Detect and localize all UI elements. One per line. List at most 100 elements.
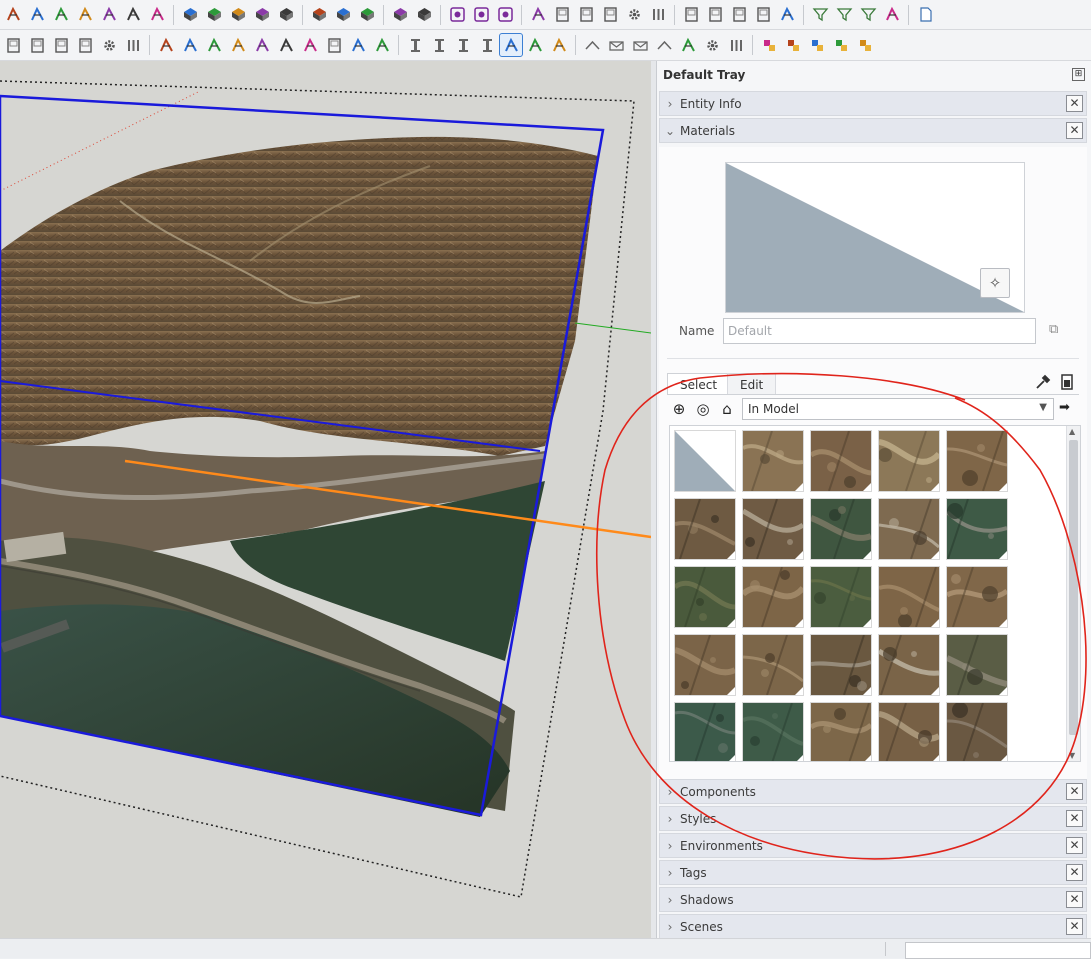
panel2-icon[interactable] [704, 4, 726, 26]
close-icon[interactable]: ✕ [1066, 918, 1083, 935]
tab-edit[interactable]: Edit [727, 373, 777, 395]
move-left-icon[interactable] [155, 34, 177, 56]
sandbox-grid-icon[interactable] [356, 4, 378, 26]
swatch-material[interactable] [946, 430, 1008, 492]
swatch-material[interactable] [810, 566, 872, 628]
push-pull-icon[interactable] [26, 4, 48, 26]
truss-icon[interactable] [452, 34, 474, 56]
model-viewport[interactable] [0, 61, 651, 938]
swatch-default-material[interactable] [674, 430, 736, 492]
close-icon[interactable]: ✕ [1066, 95, 1083, 112]
align-icon[interactable] [527, 4, 549, 26]
grow-icon[interactable] [275, 34, 297, 56]
panel-styles[interactable]: › Styles ✕ [659, 806, 1087, 831]
section-plane-icon[interactable] [446, 4, 468, 26]
window-icon[interactable] [26, 34, 48, 56]
move-right-icon[interactable] [179, 34, 201, 56]
close-icon[interactable]: ✕ [1066, 122, 1083, 139]
viewport-canvas[interactable] [0, 61, 651, 938]
new-doc-icon[interactable] [914, 4, 936, 26]
swatch-material[interactable] [742, 634, 804, 696]
panel4-icon[interactable] [752, 4, 774, 26]
scale-icon[interactable] [122, 4, 144, 26]
add-icon[interactable]: ⊕ [670, 400, 688, 418]
frame-icon[interactable] [50, 34, 72, 56]
swatch-material[interactable] [742, 566, 804, 628]
gear-icon[interactable] [701, 34, 723, 56]
box-icon[interactable] [575, 4, 597, 26]
stretch-icon[interactable] [251, 34, 273, 56]
swap-icon[interactable] [854, 34, 876, 56]
browse-icon[interactable]: ◎ [694, 400, 712, 418]
brush-icon[interactable] [881, 4, 903, 26]
solid-trim-icon[interactable] [251, 4, 273, 26]
offset-icon[interactable] [74, 4, 96, 26]
swatch-material[interactable] [878, 634, 940, 696]
corner-icon[interactable] [227, 34, 249, 56]
panel-tags[interactable]: › Tags ✕ [659, 860, 1087, 885]
gear-icon[interactable] [98, 34, 120, 56]
wall-icon[interactable] [74, 34, 96, 56]
close-icon[interactable]: ✕ [1066, 864, 1083, 881]
sandbox-box-icon[interactable] [308, 4, 330, 26]
panel-icon[interactable] [323, 34, 345, 56]
rail-icon[interactable] [548, 34, 570, 56]
details-arrow-icon[interactable]: ➡ [1059, 400, 1077, 418]
column-icon[interactable] [404, 34, 426, 56]
swatch-material[interactable] [674, 498, 736, 560]
envelope-icon[interactable] [605, 34, 627, 56]
nest-icon[interactable] [806, 34, 828, 56]
section-fill-icon[interactable] [494, 4, 516, 26]
swatch-material[interactable] [878, 498, 940, 560]
swatch-material[interactable] [674, 566, 736, 628]
solid-subtract-icon[interactable] [203, 4, 225, 26]
duplicate-icon[interactable]: ⧉ [1049, 322, 1067, 340]
close-icon[interactable]: ✕ [1066, 810, 1083, 827]
swatch-material[interactable] [742, 430, 804, 492]
panel-scenes[interactable]: › Scenes ✕ [659, 914, 1087, 939]
bars-icon[interactable] [647, 4, 669, 26]
group-icon[interactable] [782, 34, 804, 56]
solid-union-icon[interactable] [179, 4, 201, 26]
swatch-material[interactable] [878, 702, 940, 761]
stair-icon[interactable] [524, 34, 546, 56]
chevron-icon[interactable] [653, 34, 675, 56]
terrain-stamp-icon[interactable] [413, 4, 435, 26]
panel-icon[interactable] [680, 4, 702, 26]
terrain-icon[interactable] [389, 4, 411, 26]
material-name-field[interactable] [723, 318, 1036, 344]
corner-icon[interactable] [776, 4, 798, 26]
close-icon[interactable]: ✕ [1066, 783, 1083, 800]
bars-icon[interactable] [725, 34, 747, 56]
panel3-icon[interactable] [728, 4, 750, 26]
swatch-material[interactable] [810, 430, 872, 492]
swatch-material[interactable] [946, 566, 1008, 628]
follow-me-icon[interactable] [146, 4, 168, 26]
library-dropdown[interactable]: In Model ▼ [742, 398, 1054, 420]
resize-icon[interactable] [203, 34, 225, 56]
swatch-material[interactable] [810, 702, 872, 761]
swatch-material[interactable] [946, 634, 1008, 696]
cross-icon[interactable] [347, 34, 369, 56]
joist-icon[interactable] [476, 34, 498, 56]
tab-select[interactable]: Select [667, 373, 731, 395]
home-icon[interactable]: ⌂ [718, 400, 736, 418]
solid-intersect-icon[interactable] [227, 4, 249, 26]
swatch-material[interactable] [946, 498, 1008, 560]
swatch-material[interactable] [742, 702, 804, 761]
roof-icon[interactable] [581, 34, 603, 56]
rotate-icon[interactable] [98, 4, 120, 26]
scroll-up-icon[interactable]: ▲ [1069, 427, 1075, 436]
solid-split-icon[interactable] [275, 4, 297, 26]
component-icon[interactable] [830, 34, 852, 56]
swatch-scrollbar[interactable]: ▲ ▼ [1066, 426, 1080, 761]
swatch-material[interactable] [810, 634, 872, 696]
filter2-icon[interactable] [833, 4, 855, 26]
tray-pin-icon[interactable]: ⊞ [1072, 68, 1085, 81]
rect-icon[interactable] [599, 4, 621, 26]
paint-bucket-icon[interactable] [1059, 373, 1075, 391]
measurements-box[interactable] [905, 942, 1091, 959]
swatch-material[interactable] [810, 498, 872, 560]
close-icon[interactable]: ✕ [1066, 891, 1083, 908]
sample-paint-icon[interactable] [1034, 373, 1052, 391]
